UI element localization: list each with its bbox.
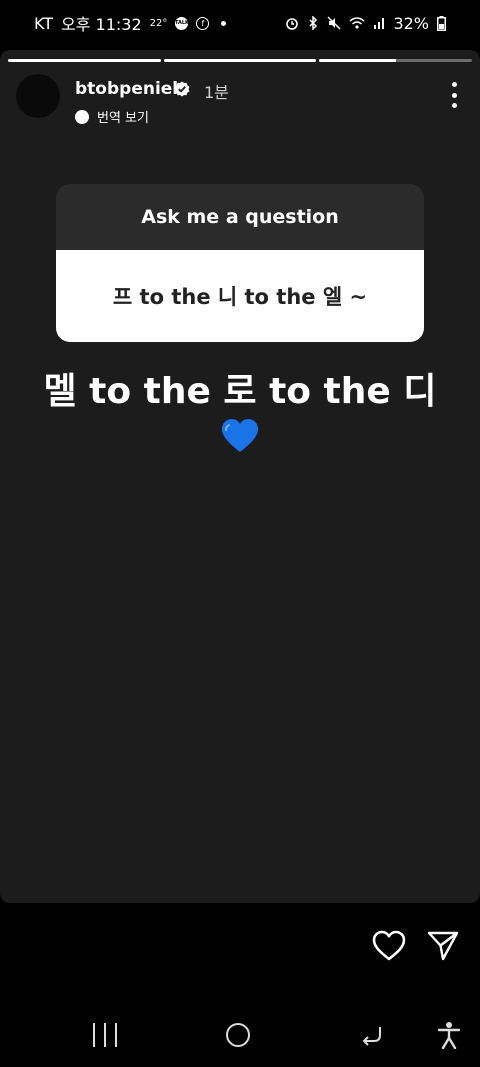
recent-bar: [115, 1023, 117, 1047]
status-left: KT 오후 11:32 22° TALK f: [34, 11, 227, 35]
blue-heart-icon: [222, 419, 258, 452]
bluetooth-icon: [309, 16, 318, 30]
temperature: 22°: [149, 17, 168, 29]
translate-icon: [75, 109, 89, 124]
wifi-icon: [349, 17, 365, 29]
status-bar: KT 오후 11:32 22° TALK f 32%: [0, 0, 480, 46]
see-translation-label: 번역 보기: [97, 111, 149, 126]
more-dot: [451, 82, 457, 87]
more-dot: [451, 92, 457, 98]
progress-segment: [319, 59, 473, 62]
carrier-label: KT: [34, 13, 54, 33]
see-translation-button[interactable]: 번역 보기: [75, 107, 149, 126]
kakaotalk-icon: TALK: [175, 16, 189, 30]
more-options-button[interactable]: [450, 82, 458, 108]
recent-bar: [93, 1023, 95, 1047]
question-title: Ask me a question: [56, 184, 424, 250]
send-paper-plane-icon[interactable]: [427, 930, 459, 962]
system-nav-bar: [0, 1005, 480, 1067]
post-time: 1분: [204, 83, 229, 102]
back-icon[interactable]: [360, 1023, 384, 1047]
more-dot: [451, 103, 457, 108]
facebook-icon: f: [196, 16, 210, 30]
home-icon[interactable]: [226, 1023, 250, 1047]
story-viewer[interactable]: btobpeniel 1분 번역 보기 Ask me a question 프 …: [0, 50, 480, 903]
story-progress: [8, 59, 473, 62]
progress-fill: [319, 59, 396, 62]
answer-text: 멜 to the 로 to the 디: [43, 371, 437, 412]
recent-apps-icon[interactable]: [93, 1023, 117, 1047]
question-text: 프 to the 니 to the 엘 ~: [56, 250, 424, 342]
progress-fill: [163, 59, 317, 62]
progress-fill: [8, 59, 161, 62]
clock: 오후 11:32: [61, 15, 142, 34]
status-right: 32%: [285, 14, 446, 33]
progress-segment: [163, 59, 317, 62]
verified-badge-icon: [174, 81, 190, 97]
question-sticker[interactable]: Ask me a question 프 to the 니 to the 엘 ~: [56, 184, 424, 342]
progress-segment: [8, 59, 161, 62]
accessibility-icon[interactable]: [437, 1021, 461, 1049]
like-heart-icon[interactable]: [372, 930, 406, 962]
avatar[interactable]: [16, 74, 60, 118]
battery-icon: [437, 15, 446, 31]
mute-icon: [327, 16, 341, 30]
username[interactable]: btobpeniel: [75, 79, 178, 99]
story-header: btobpeniel 1분 번역 보기: [16, 74, 464, 130]
recent-bar: [104, 1023, 106, 1047]
signal-icon: [374, 18, 385, 29]
battery-percent: 32%: [393, 13, 429, 33]
alarm-icon: [286, 18, 299, 30]
notification-dot-icon: [221, 20, 227, 26]
